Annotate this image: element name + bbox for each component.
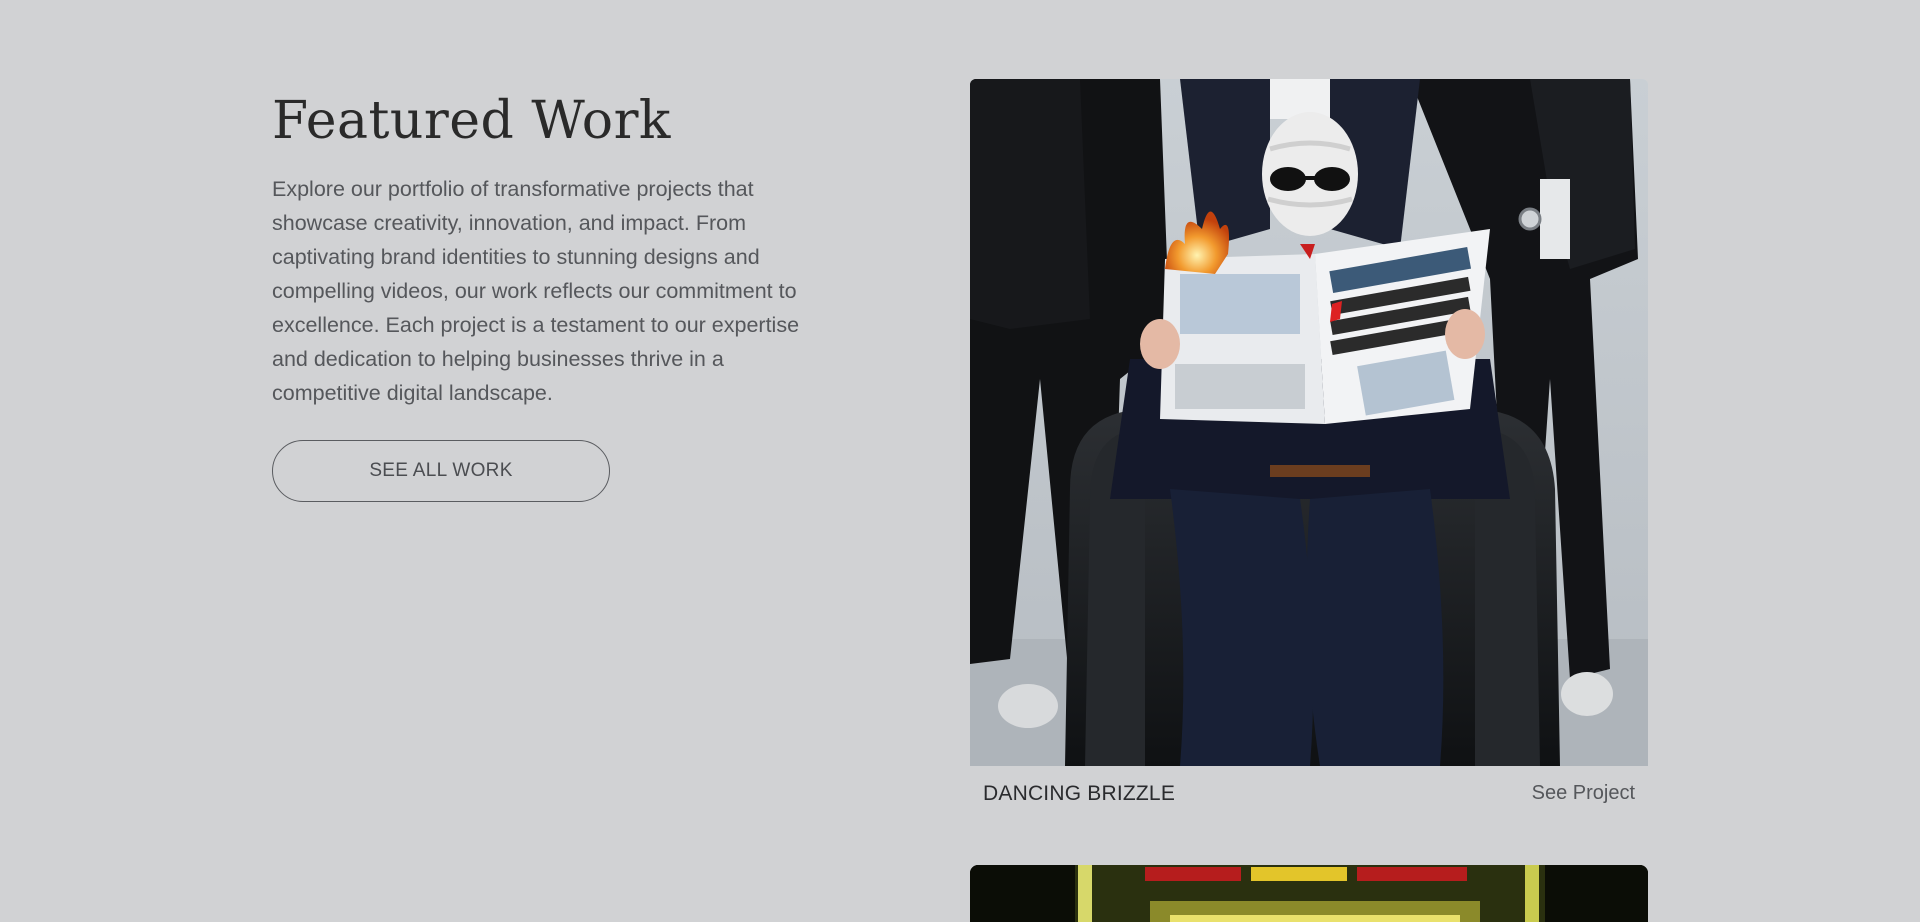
page: Featured Work Explore our portfolio of t…	[0, 0, 1920, 922]
page-title: Featured Work	[272, 91, 671, 151]
see-all-work-button[interactable]: SEE ALL WORK	[272, 440, 610, 502]
project-title[interactable]: DANCING BRIZZLE	[983, 782, 1175, 806]
project-image[interactable]	[970, 79, 1648, 766]
next-project-image[interactable]	[970, 865, 1648, 922]
project-card-footer: DANCING BRIZZLE See Project	[970, 766, 1648, 824]
next-project-photo	[970, 865, 1648, 922]
project-card[interactable]: DANCING BRIZZLE See Project	[970, 79, 1648, 824]
see-project-link[interactable]: See Project	[1532, 782, 1635, 805]
featured-work-intro: Featured Work Explore our portfolio of t…	[272, 88, 802, 502]
featured-description: Explore our portfolio of transformative …	[272, 177, 800, 405]
